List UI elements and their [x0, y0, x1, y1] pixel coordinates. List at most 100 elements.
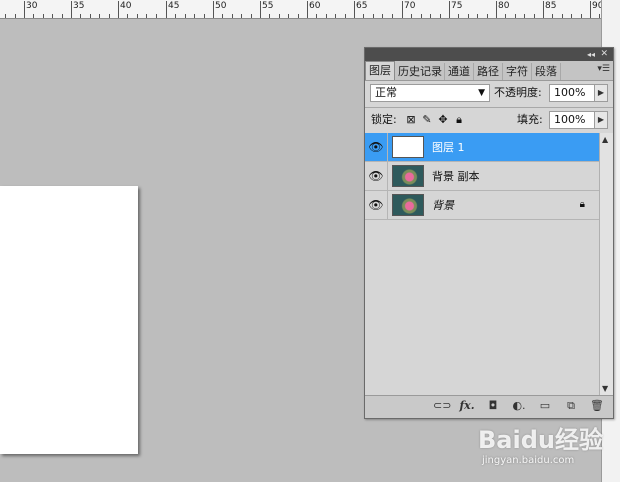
panel-footer: ⊂⊃ fx. ◘ ◐. ▭ ⧉ 🗑︎ [365, 395, 613, 418]
ruler-major-tick [24, 1, 25, 18]
tab-history[interactable]: 历史记录 [395, 63, 445, 80]
ruler-label: 85 [545, 1, 557, 11]
tab-paths[interactable]: 路径 [474, 63, 503, 80]
close-icon[interactable]: ✕ [600, 49, 608, 60]
layer-thumbnail [392, 165, 424, 187]
layer-row[interactable]: 👁︎ 图层 1 [365, 133, 599, 162]
ruler-minor-tick [90, 14, 91, 18]
ruler-minor-tick [534, 14, 535, 18]
blend-mode-select[interactable]: 正常 ▼ [370, 84, 490, 102]
ruler-minor-tick [33, 14, 34, 18]
ruler-minor-tick [288, 14, 289, 18]
fill-label: 填充: [517, 113, 543, 126]
trash-icon[interactable]: 🗑︎ [589, 399, 605, 413]
ruler-minor-tick [373, 14, 374, 18]
ruler-label: 75 [451, 1, 463, 11]
lock-icon: 🔒︎ [579, 199, 585, 210]
tab-paragraph[interactable]: 段落 [532, 63, 561, 80]
layers-scrollbar[interactable]: ▲ ▼ [599, 133, 613, 395]
ruler-minor-tick [382, 14, 383, 18]
ruler-minor-tick [15, 14, 16, 18]
ruler-major-tick [496, 1, 497, 18]
layer-row[interactable]: 👁︎ 背景 🔒︎ [365, 191, 599, 220]
lock-label: 锁定: [371, 113, 397, 126]
ruler-minor-tick [269, 14, 270, 18]
scroll-up-icon[interactable]: ▲ [602, 135, 608, 144]
ruler-major-tick [449, 1, 450, 18]
ruler-label: 55 [262, 1, 274, 11]
ruler-major-tick [354, 1, 355, 18]
watermark-url: jingyan.baidu.com [482, 455, 575, 466]
fill-input[interactable]: 100% [549, 111, 595, 129]
ruler-minor-tick [552, 14, 553, 18]
ruler-minor-tick [515, 14, 516, 18]
adjustment-icon[interactable]: ◐. [511, 399, 527, 413]
layer-row[interactable]: 👁︎ 背景 副本 [365, 162, 599, 191]
lock-move-icon[interactable]: ✥ [437, 114, 449, 126]
ruler-minor-tick [194, 14, 195, 18]
tab-character[interactable]: 字符 [503, 63, 532, 80]
ruler-minor-tick [232, 14, 233, 18]
link-icon[interactable]: ⊂⊃ [433, 399, 451, 413]
ruler-minor-tick [326, 14, 327, 18]
ruler-label: 80 [498, 1, 510, 11]
mask-icon[interactable]: ◘ [485, 399, 501, 413]
ruler-major-tick [307, 1, 308, 18]
new-layer-icon[interactable]: ⧉ [563, 399, 579, 413]
baidu-watermark: Baidu经验 [478, 426, 603, 454]
opacity-arrow-button[interactable]: ▶ [594, 84, 608, 102]
fx-icon[interactable]: fx. [459, 399, 475, 413]
ruler-label: 45 [168, 1, 180, 11]
ruler-minor-tick [5, 14, 6, 18]
ruler-label: 35 [73, 1, 85, 11]
ruler-minor-tick [316, 14, 317, 18]
ruler-minor-tick [298, 14, 299, 18]
ruler-minor-tick [137, 14, 138, 18]
horizontal-ruler: 30 35 40 45 50 55 60 65 70 75 80 85 90 [0, 0, 620, 19]
panel-titlebar[interactable]: ◂◂ ✕ [365, 48, 613, 61]
lock-all-icon[interactable]: 🔒︎ [453, 114, 465, 126]
ruler-minor-tick [421, 14, 422, 18]
ruler-minor-tick [99, 14, 100, 18]
ruler-label: 40 [120, 1, 132, 11]
ruler-major-tick [590, 1, 591, 18]
eye-icon[interactable]: 👁︎ [365, 191, 388, 219]
ruler-minor-tick [468, 14, 469, 18]
fill-arrow-button[interactable]: ▶ [594, 111, 608, 129]
ruler-minor-tick [43, 14, 44, 18]
ruler-minor-tick [477, 14, 478, 18]
ruler-major-tick [402, 1, 403, 18]
eye-icon[interactable]: 👁︎ [365, 162, 388, 190]
tab-layers[interactable]: 图层 [365, 61, 395, 80]
ruler-minor-tick [581, 14, 582, 18]
blend-mode-value: 正常 [375, 86, 397, 99]
ruler-major-tick [213, 1, 214, 18]
footer-icons: ⊂⊃ fx. ◘ ◐. ▭ ⧉ 🗑︎ [433, 399, 605, 413]
opacity-input[interactable]: 100% [549, 84, 595, 102]
scroll-down-icon[interactable]: ▼ [602, 384, 608, 393]
ruler-minor-tick [185, 14, 186, 18]
lock-brush-icon[interactable]: ✎ [421, 114, 433, 126]
ruler-label: 30 [26, 1, 38, 11]
lock-transparency-icon[interactable]: ⊠ [405, 114, 417, 126]
ruler-minor-tick [204, 14, 205, 18]
ruler-minor-tick [335, 14, 336, 18]
eye-icon[interactable]: 👁︎ [365, 133, 388, 161]
ruler-minor-tick [156, 14, 157, 18]
ruler-label: 60 [309, 1, 321, 11]
ruler-minor-tick [222, 14, 223, 18]
ruler-minor-tick [279, 14, 280, 18]
ruler-minor-tick [109, 14, 110, 18]
ruler-minor-tick [487, 14, 488, 18]
tab-channels[interactable]: 通道 [445, 63, 474, 80]
panel-menu-icon[interactable]: ▾☰ [597, 64, 610, 74]
ruler-minor-tick [345, 14, 346, 18]
folder-icon[interactable]: ▭ [537, 399, 553, 413]
ruler-minor-tick [62, 14, 63, 18]
ruler-minor-tick [175, 14, 176, 18]
collapse-icon[interactable]: ◂◂ [587, 49, 595, 60]
layer-thumbnail [392, 136, 424, 158]
document-canvas[interactable] [0, 186, 138, 454]
layer-name: 背景 副本 [432, 170, 480, 183]
blend-row: 正常 ▼ 不透明度: 100% ▶ [365, 81, 613, 107]
